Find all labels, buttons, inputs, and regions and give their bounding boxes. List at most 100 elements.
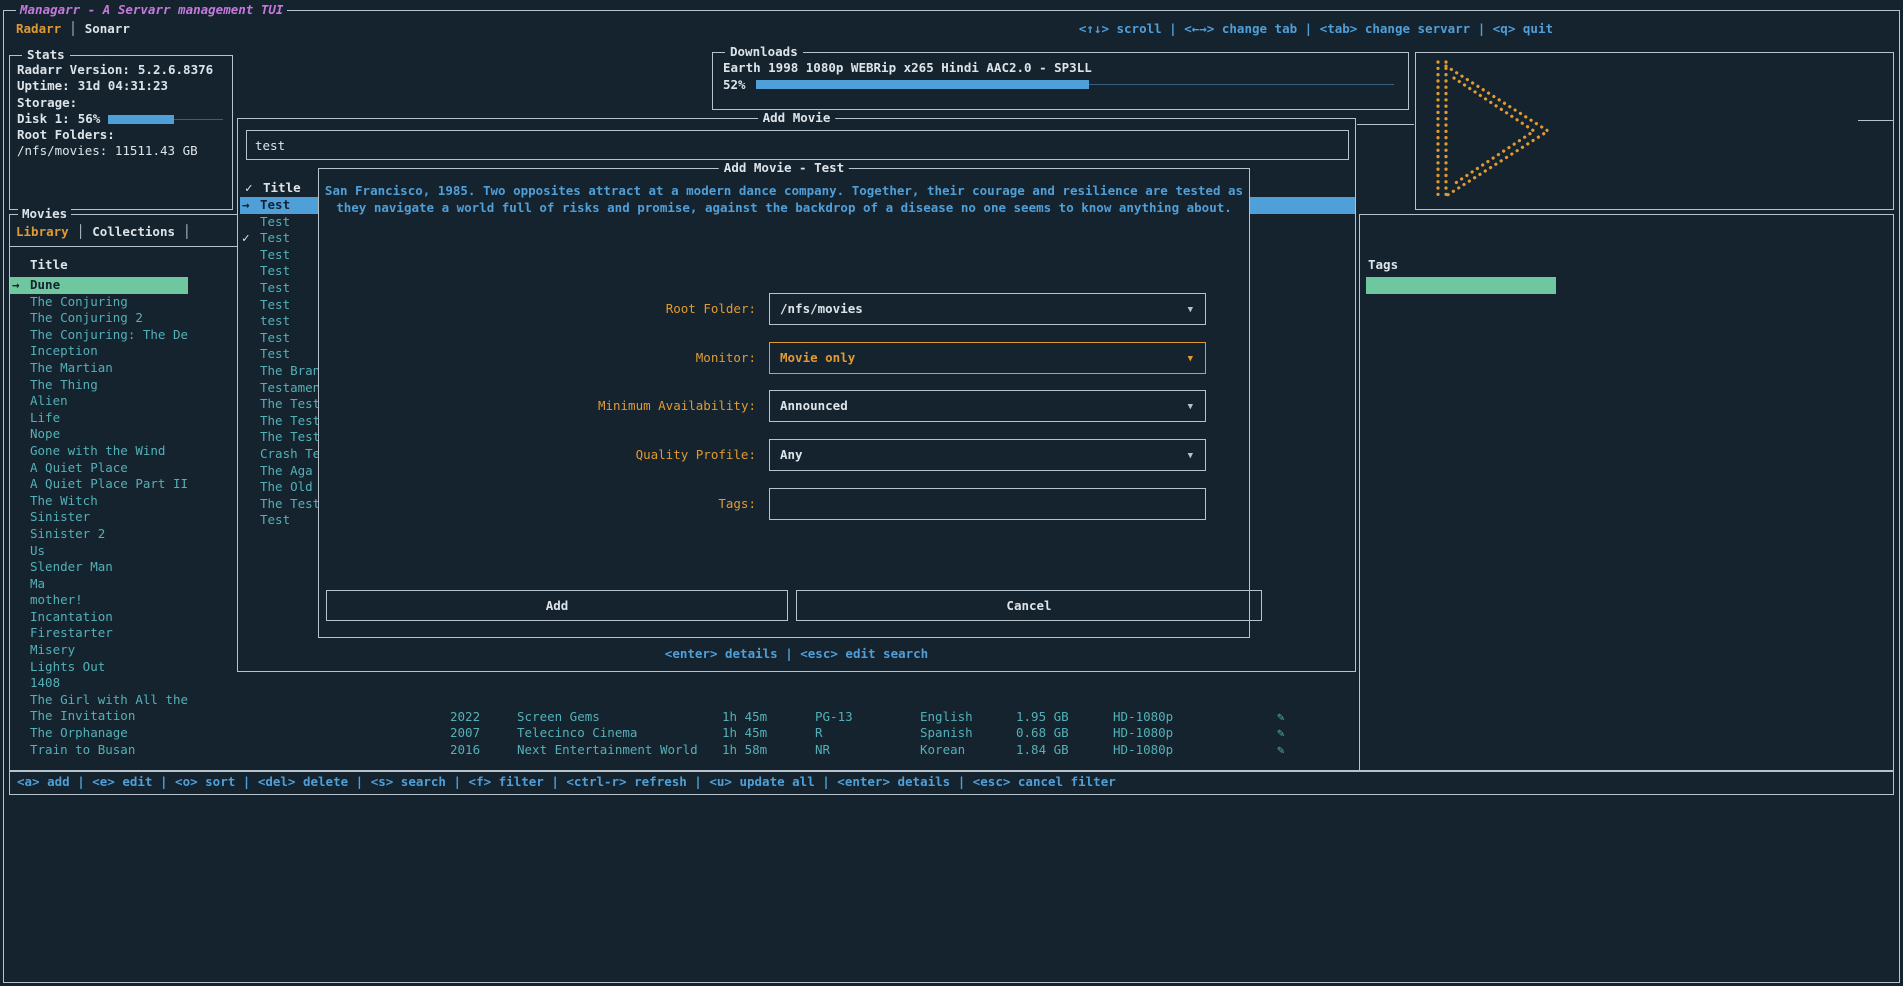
download-progress-gauge — [756, 76, 1396, 92]
movie-row[interactable]: Firestarter — [10, 625, 188, 642]
field-label: Tags: — [319, 488, 756, 520]
movie-row[interactable]: A Quiet Place Part II — [10, 476, 188, 493]
result-title: Test — [260, 512, 290, 527]
tab-collections[interactable]: Collections — [92, 224, 175, 239]
movie-certification: R — [815, 725, 823, 742]
result-title: Testamen — [260, 380, 320, 395]
movie-title: mother! — [30, 592, 83, 607]
movie-title: Slender Man — [30, 559, 113, 574]
top-keybindings: <↑↓> scroll | <←→> change tab | <tab> ch… — [1079, 21, 1553, 38]
library-visible-rows: 2022 Screen Gems 1h 45m PG-13 English 1.… — [0, 709, 1903, 759]
result-prefix-icon: ✓ — [242, 230, 260, 247]
tab-sonarr[interactable]: Sonarr — [85, 21, 130, 36]
form-field-row: Minimum Availability: Announced ▼ — [319, 390, 1249, 422]
movie-row[interactable]: The Conjuring: The De — [10, 327, 188, 344]
movie-title: Inception — [30, 343, 98, 358]
movie-row[interactable]: The Girl with All the — [10, 692, 188, 709]
tab-separator: │ — [69, 21, 77, 36]
movie-row[interactable]: Inception — [10, 343, 188, 360]
movie-title: Sinister 2 — [30, 526, 105, 541]
movie-row[interactable]: Nope — [10, 426, 188, 443]
movie-row[interactable]: The Martian — [10, 360, 188, 377]
result-title: The Bran — [260, 363, 320, 378]
movie-quality: HD-1080p — [1113, 725, 1173, 742]
result-title: Test — [260, 230, 290, 245]
library-table-row[interactable]: 2022 Screen Gems 1h 45m PG-13 English 1.… — [0, 709, 1903, 726]
add-movie-popup: Add Movie - Test San Francisco, 1985. Tw… — [318, 168, 1250, 638]
field-select[interactable]: Movie only ▼ — [769, 342, 1206, 374]
result-title: Test — [260, 280, 290, 295]
field-label: Quality Profile: — [319, 439, 756, 471]
movie-row[interactable]: 1408 — [10, 675, 188, 692]
movie-row[interactable]: Us — [10, 543, 188, 560]
field-select[interactable]: Any ▼ — [769, 439, 1206, 471]
movie-language: English — [920, 709, 973, 726]
description-line: San Francisco, 1985. Two opposites attra… — [319, 183, 1249, 200]
movie-runtime: 1h 45m — [722, 709, 767, 726]
logo-panel — [1415, 52, 1894, 210]
add-button[interactable]: Add — [326, 590, 788, 621]
movie-search-input[interactable] — [246, 130, 1349, 160]
result-prefix-icon: → — [242, 197, 260, 214]
movie-title: The Thing — [30, 377, 98, 392]
movie-row[interactable]: mother! — [10, 592, 188, 609]
movies-tabs-underline — [9, 246, 237, 247]
result-title: test — [260, 313, 290, 328]
result-title: Test — [260, 330, 290, 345]
movie-title: Ma — [30, 576, 45, 591]
radarr-version-value: 5.2.6.8376 — [138, 62, 213, 78]
gauge-fill — [108, 115, 173, 124]
managarr-logo-icon — [1428, 58, 1556, 204]
movie-row[interactable]: Ma — [10, 576, 188, 593]
movie-title: Us — [30, 543, 45, 558]
selected-row-tags-highlight — [1366, 277, 1556, 294]
tab-radarr[interactable]: Radarr — [16, 21, 61, 36]
border-fragment — [1858, 120, 1894, 121]
edit-pencil-icon: ✎ — [1277, 725, 1285, 742]
root-folder-value: /nfs/movies: 11511.43 GB — [17, 143, 198, 159]
movie-row[interactable]: The Conjuring — [10, 294, 188, 311]
movie-row[interactable]: Life — [10, 410, 188, 427]
library-table-row[interactable]: 2016 Next Entertainment World 1h 58m NR … — [0, 742, 1903, 759]
field-select[interactable]: Announced ▼ — [769, 390, 1206, 422]
movie-year: 2016 — [450, 742, 480, 759]
movie-language: Spanish — [920, 725, 973, 742]
movie-row[interactable]: →Dune — [10, 277, 188, 294]
movie-row[interactable]: Alien — [10, 393, 188, 410]
tab-library[interactable]: Library — [16, 224, 69, 239]
movie-row[interactable]: Sinister — [10, 509, 188, 526]
form-field-row: Tags: — [319, 488, 1249, 520]
popup-title: Add Movie - Test — [719, 160, 849, 177]
field-select[interactable] — [769, 488, 1206, 520]
dropdown-arrow-icon: ▼ — [1188, 344, 1193, 374]
movie-row[interactable]: Incantation — [10, 609, 188, 626]
radarr-version-label: Radarr Version: — [17, 62, 130, 78]
movie-row[interactable]: The Witch — [10, 493, 188, 510]
movie-row[interactable]: A Quiet Place — [10, 460, 188, 477]
form-field-row: Root Folder: /nfs/movies ▼ — [319, 293, 1249, 325]
description-line: they navigate a world full of risks and … — [319, 200, 1249, 217]
field-select[interactable]: /nfs/movies ▼ — [769, 293, 1206, 325]
movie-row[interactable]: Misery — [10, 642, 188, 659]
field-label: Minimum Availability: — [319, 390, 756, 422]
movie-title: Alien — [30, 393, 68, 408]
movie-title: Sinister — [30, 509, 90, 524]
movie-row[interactable]: Slender Man — [10, 559, 188, 576]
movie-row[interactable]: Lights Out — [10, 659, 188, 676]
form-field-row: Quality Profile: Any ▼ — [319, 439, 1249, 471]
managarr-app: Managarr - A Servarr management TUI Rada… — [0, 0, 1903, 986]
edit-pencil-icon: ✎ — [1277, 709, 1285, 726]
result-title: Crash Te — [260, 446, 320, 461]
movie-row[interactable]: The Conjuring 2 — [10, 310, 188, 327]
movie-row[interactable]: Sinister 2 — [10, 526, 188, 543]
library-table-row[interactable]: 2007 Telecinco Cinema 1h 45m R Spanish 0… — [0, 725, 1903, 742]
result-title: Test — [260, 197, 290, 212]
movie-row[interactable]: Gone with the Wind — [10, 443, 188, 460]
storage-label: Storage: — [17, 95, 77, 111]
movie-year: 2022 — [450, 709, 480, 726]
movie-title: Misery — [30, 642, 75, 657]
movie-title: The Girl with All the — [30, 692, 188, 707]
movie-row[interactable]: The Thing — [10, 377, 188, 394]
movie-title: Dune — [30, 277, 60, 292]
cancel-button[interactable]: Cancel — [796, 590, 1262, 621]
